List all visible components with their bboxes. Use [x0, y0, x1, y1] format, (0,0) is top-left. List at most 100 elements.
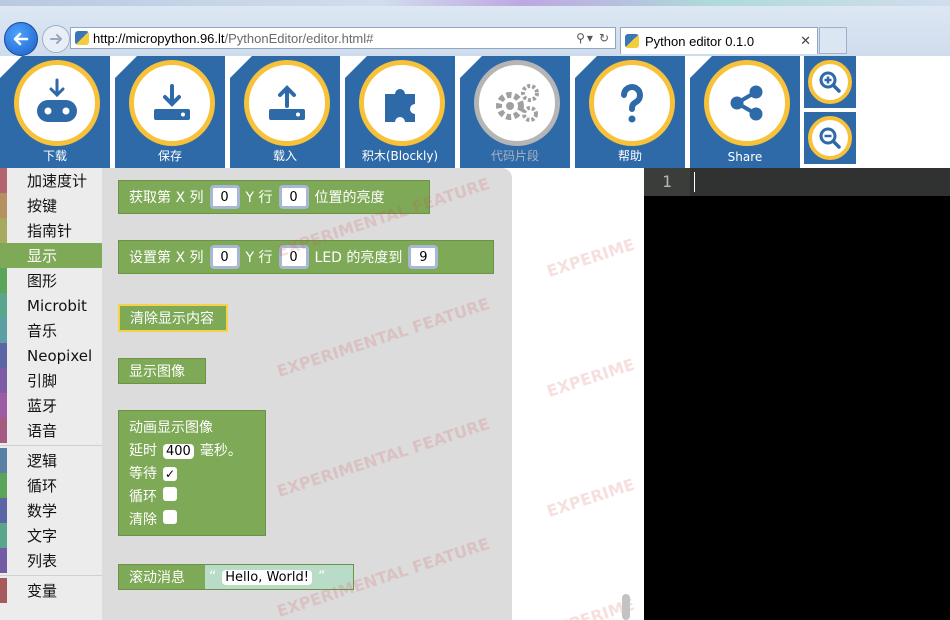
refresh-icon[interactable]: ↻ — [599, 31, 609, 45]
category-label: 显示 — [27, 247, 58, 265]
block-show-image[interactable]: 显示图像 — [118, 358, 206, 384]
category-variables[interactable]: 变量 — [0, 578, 102, 603]
block-text: 显示图像 — [129, 364, 185, 380]
share-button[interactable]: Share — [690, 56, 800, 168]
address-bar[interactable]: http://micropython.96.lt/PythonEditor/ed… — [70, 27, 616, 49]
pane-divider[interactable] — [634, 168, 644, 620]
delay-input[interactable]: 400 — [163, 443, 194, 459]
forward-button[interactable] — [42, 25, 70, 53]
category-accelerometer[interactable]: 加速度计 — [0, 168, 102, 193]
category-swatch — [0, 498, 7, 523]
category-pins[interactable]: 引脚 — [0, 368, 102, 393]
category-swatch — [0, 473, 7, 498]
category-math[interactable]: 数学 — [0, 498, 102, 523]
wait-row: 等待 ✓ — [129, 463, 177, 483]
help-button[interactable]: 帮助 — [575, 56, 685, 168]
python-favicon-icon — [75, 31, 89, 45]
load-button[interactable]: 载入 — [230, 56, 340, 168]
block-text: Y 行 — [245, 190, 273, 206]
blockly-workspace[interactable]: EXPERIMENTAL FEATURE EXPERIMENTAL FEATUR… — [512, 168, 634, 620]
x-input[interactable]: 0 — [209, 245, 240, 269]
category-label: 加速度计 — [27, 172, 88, 190]
category-label: 音乐 — [27, 322, 58, 340]
watermark: EXPERIMENTAL FEATURE — [544, 194, 634, 281]
category-separator — [0, 445, 102, 446]
download-button[interactable]: 下载 — [0, 56, 110, 168]
loop-checkbox[interactable] — [163, 487, 177, 502]
category-buttons[interactable]: 按键 — [0, 193, 102, 218]
title-strip — [0, 0, 950, 6]
zoom-in-button[interactable] — [804, 56, 856, 108]
category-label: 数学 — [27, 502, 58, 520]
snippets-button[interactable]: 代码片段 — [460, 56, 570, 168]
category-microbit[interactable]: Microbit — [0, 293, 102, 318]
category-label: 语音 — [27, 422, 58, 440]
active-line — [690, 168, 950, 196]
block-text: 动画显示图像 — [129, 419, 213, 436]
flyout-scrollbar[interactable] — [622, 594, 630, 620]
block-text: 清除 — [129, 512, 157, 529]
message-input[interactable]: Hello, World! — [222, 569, 312, 585]
puzzle-piece-icon — [385, 89, 415, 122]
category-swatch — [0, 243, 7, 268]
y-input[interactable]: 0 — [278, 185, 309, 209]
category-logic[interactable]: 逻辑 — [0, 448, 102, 473]
category-swatch — [0, 368, 7, 393]
category-label: 引脚 — [27, 372, 58, 390]
gears-icon — [496, 84, 539, 122]
category-text[interactable]: 文字 — [0, 523, 102, 548]
zoom-out-button[interactable] — [804, 112, 856, 164]
code-editor[interactable]: 1 — [644, 168, 950, 620]
tab-python-editor[interactable]: Python editor 0.1.0 ✕ — [620, 27, 818, 54]
block-scroll-message[interactable]: 滚动消息 “ Hello, World! ” — [118, 564, 354, 590]
save-label: 保存 — [157, 149, 182, 163]
category-label: 指南针 — [27, 222, 73, 240]
category-swatch — [0, 523, 7, 548]
category-bluetooth[interactable]: 蓝牙 — [0, 393, 102, 418]
download-label: 下载 — [42, 149, 67, 163]
block-animate-images[interactable]: 动画显示图像 延时 400 毫秒。 等待 ✓ 循环 清除 — [118, 410, 266, 536]
category-loops[interactable]: 循环 — [0, 473, 102, 498]
delay-row: 延时 400 毫秒。 — [129, 440, 242, 460]
microbit-download-icon — [37, 78, 77, 122]
block-flyout: 获取第 X 列 0 Y 行 0 位置的亮度 设置第 X 列 0 Y 行 0 LE… — [102, 168, 512, 620]
category-lists[interactable]: 列表 — [0, 548, 102, 573]
brightness-input[interactable]: 9 — [408, 245, 439, 269]
category-display[interactable]: 显示 — [0, 243, 102, 268]
block-clear-display[interactable]: 清除显示内容 — [118, 304, 228, 332]
watermark: EXPERIMENTAL FEATURE — [274, 414, 492, 501]
zoom-in-icon — [819, 71, 841, 93]
blockly-label: 积木(Blockly) — [361, 149, 439, 163]
snippets-circle — [474, 60, 560, 146]
category-label: Neopixel — [27, 346, 93, 365]
category-label: 蓝牙 — [27, 397, 58, 415]
clear-checkbox[interactable] — [163, 510, 177, 525]
x-input[interactable]: 0 — [209, 185, 240, 209]
category-neopixel[interactable]: Neopixel — [0, 343, 102, 368]
block-text: 设置第 X 列 — [129, 250, 204, 266]
search-icon[interactable]: ⚲ — [576, 31, 585, 45]
watermark: EXPERIMENTAL FEATURE — [544, 554, 634, 620]
close-icon[interactable]: ✕ — [800, 34, 811, 49]
tab-title: Python editor 0.1.0 — [645, 33, 755, 49]
load-label: 载入 — [272, 149, 297, 163]
category-swatch — [0, 578, 7, 603]
chevron-down-icon[interactable]: ▾ — [587, 31, 593, 45]
category-compass[interactable]: 指南针 — [0, 218, 102, 243]
category-label: 列表 — [27, 552, 58, 570]
category-speech[interactable]: 语音 — [0, 418, 102, 443]
category-swatch — [0, 168, 7, 193]
share-circle — [704, 60, 790, 146]
blockly-button[interactable]: 积木(Blockly) — [345, 56, 455, 168]
category-swatch — [0, 293, 7, 318]
category-image[interactable]: 图形 — [0, 268, 102, 293]
block-text: Y 行 — [245, 250, 273, 266]
block-text: 获取第 X 列 — [129, 190, 204, 206]
new-tab-button[interactable] — [819, 27, 847, 54]
category-music[interactable]: 音乐 — [0, 318, 102, 343]
text-cursor — [694, 172, 695, 192]
back-button[interactable] — [4, 22, 38, 56]
arrow-right-icon — [50, 34, 63, 44]
wait-checkbox[interactable]: ✓ — [163, 466, 177, 481]
save-button[interactable]: 保存 — [115, 56, 225, 168]
